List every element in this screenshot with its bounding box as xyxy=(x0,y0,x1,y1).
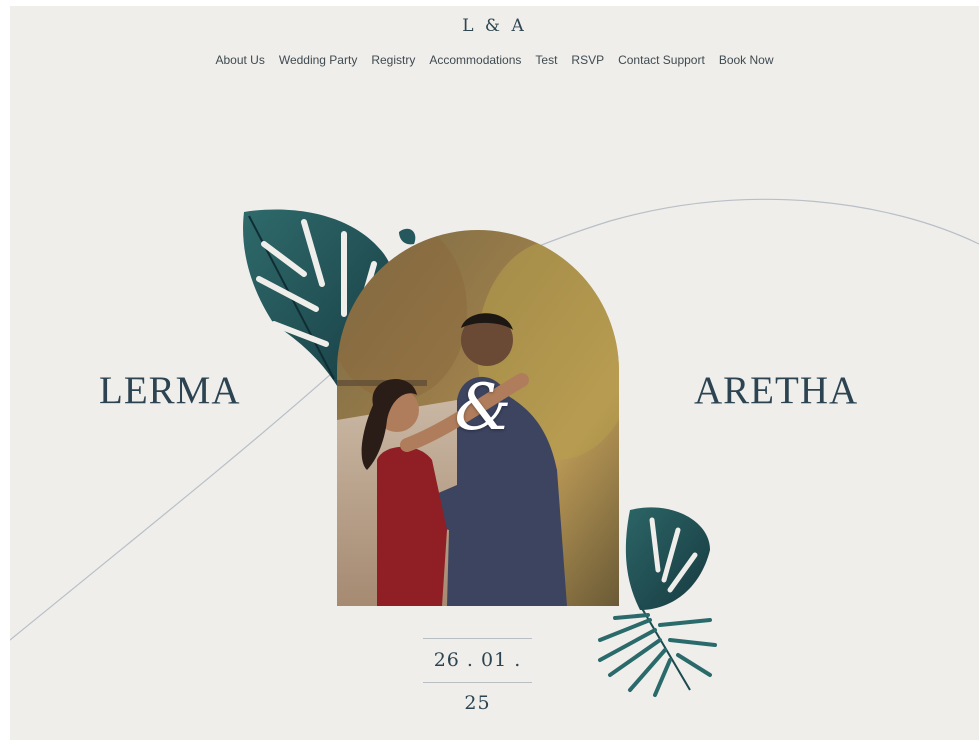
name-left: LERMA xyxy=(99,369,241,412)
nav-wedding-party[interactable]: Wedding Party xyxy=(279,53,358,67)
palm-leaf-icon xyxy=(598,507,717,697)
nav-book-now[interactable]: Book Now xyxy=(719,53,774,67)
site-logo[interactable]: L & A xyxy=(10,16,979,36)
wedding-date-text: 26 . 01 . 25 xyxy=(433,649,522,714)
nav-registry[interactable]: Registry xyxy=(371,53,415,67)
name-right: ARETHA xyxy=(694,369,859,412)
main-nav: About Us Wedding Party Registry Accommod… xyxy=(10,53,979,67)
nav-test[interactable]: Test xyxy=(535,53,557,67)
wedding-page: L & A About Us Wedding Party Registry Ac… xyxy=(10,6,979,740)
nav-contact-support[interactable]: Contact Support xyxy=(618,53,705,67)
wedding-date: 26 . 01 . 25 xyxy=(423,638,532,714)
nav-rsvp[interactable]: RSVP xyxy=(571,53,604,67)
nav-accommodations[interactable]: Accommodations xyxy=(429,53,521,67)
ampersand-mark: & xyxy=(454,371,512,445)
nav-about-us[interactable]: About Us xyxy=(215,53,264,67)
